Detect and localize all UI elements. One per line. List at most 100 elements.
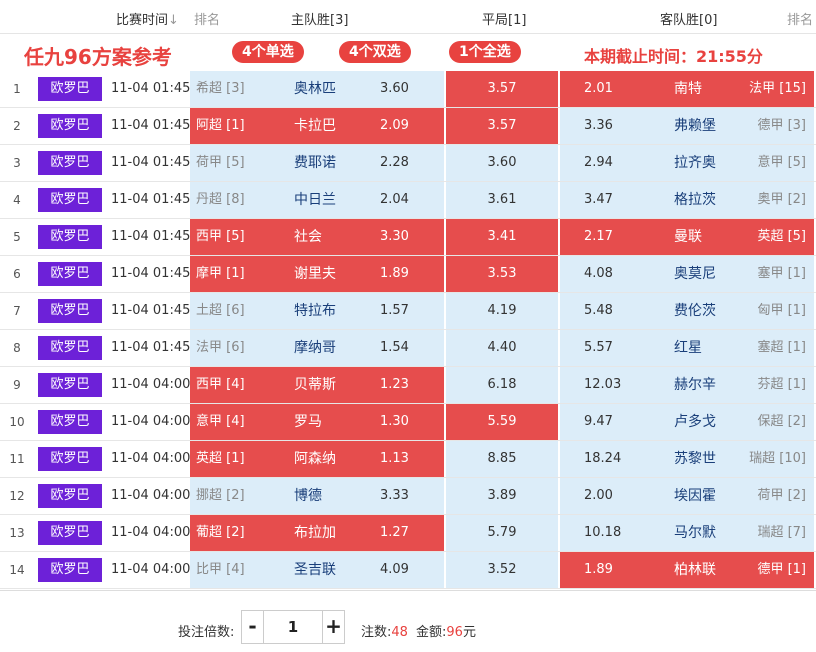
- home-team-name: 阿森纳: [294, 451, 336, 467]
- away-win-option[interactable]: 9.47 卢多戈 保超 [2]: [560, 404, 814, 440]
- home-league-rank: 摩甲 [1]: [196, 266, 245, 281]
- increase-button[interactable]: +: [322, 611, 344, 643]
- draw-odds: 4.40: [487, 340, 517, 355]
- match-time: 11-04 04:00: [111, 377, 191, 392]
- away-win-option[interactable]: 3.47 格拉茨 奥甲 [2]: [560, 182, 814, 218]
- away-win-option[interactable]: 4.08 奥莫尼 塞甲 [1]: [560, 256, 814, 292]
- multiplier-input[interactable]: [264, 611, 322, 643]
- away-win-option[interactable]: 12.03 赫尔辛 芬超 [1]: [560, 367, 814, 403]
- away-league-rank: 保超 [2]: [757, 414, 806, 429]
- row-index: 4: [13, 193, 21, 207]
- header-match-time[interactable]: 比赛时间↓: [116, 9, 179, 28]
- match-time: 11-04 04:00: [111, 562, 191, 577]
- home-win-odds: 1.54: [380, 340, 409, 355]
- draw-option[interactable]: 3.89: [446, 478, 558, 514]
- home-league-rank: 阿超 [1]: [196, 118, 245, 133]
- away-win-option[interactable]: 1.89 柏林联 德甲 [1]: [560, 552, 814, 588]
- draw-option[interactable]: 3.52: [446, 552, 558, 588]
- league-badge: 欧罗巴: [38, 521, 102, 545]
- draw-option[interactable]: 3.57: [446, 108, 558, 144]
- home-win-option[interactable]: 摩甲 [1] 谢里夫 1.89: [190, 256, 444, 292]
- home-win-option[interactable]: 意甲 [4] 罗马 1.30: [190, 404, 444, 440]
- match-list: 1 欧罗巴 11-04 01:45 希超 [3] 奥林匹 3.60 3.57 2.01 南特 法甲…: [0, 71, 816, 589]
- home-win-option[interactable]: 丹超 [8] 中日兰 2.04: [190, 182, 444, 218]
- draw-odds: 3.41: [487, 229, 517, 244]
- away-win-odds: 18.24: [584, 451, 622, 466]
- home-team-name: 特拉布: [294, 303, 336, 319]
- amount-unit: 元: [462, 625, 476, 640]
- draw-option[interactable]: 3.41: [446, 219, 558, 255]
- home-win-odds: 1.57: [380, 303, 409, 318]
- home-win-option[interactable]: 挪超 [2] 博德 3.33: [190, 478, 444, 514]
- away-win-option[interactable]: 2.00 埃因霍 荷甲 [2]: [560, 478, 814, 514]
- away-win-option[interactable]: 3.36 弗赖堡 德甲 [3]: [560, 108, 814, 144]
- home-win-option[interactable]: 西甲 [5] 社会 3.30: [190, 219, 444, 255]
- match-time: 11-04 04:00: [111, 451, 191, 466]
- league-badge: 欧罗巴: [38, 447, 102, 471]
- home-win-option[interactable]: 希超 [3] 奥林匹 3.60: [190, 71, 444, 107]
- home-team-name: 罗马: [294, 414, 322, 430]
- home-league-rank: 葡超 [2]: [196, 525, 245, 540]
- away-win-option[interactable]: 10.18 马尔默 瑞超 [7]: [560, 515, 814, 551]
- draw-odds: 3.60: [487, 155, 517, 170]
- draw-odds: 3.57: [487, 118, 517, 133]
- home-league-rank: 挪超 [2]: [196, 488, 245, 503]
- home-win-option[interactable]: 比甲 [4] 圣吉联 4.09: [190, 552, 444, 588]
- home-win-option[interactable]: 荷甲 [5] 费耶诺 2.28: [190, 145, 444, 181]
- away-team-name: 埃因霍: [674, 488, 716, 504]
- home-win-odds: 1.30: [380, 414, 409, 429]
- draw-option[interactable]: 5.79: [446, 515, 558, 551]
- home-win-option[interactable]: 阿超 [1] 卡拉巴 2.09: [190, 108, 444, 144]
- league-badge: 欧罗巴: [38, 151, 102, 175]
- home-win-odds: 1.13: [380, 451, 409, 466]
- home-win-option[interactable]: 土超 [6] 特拉布 1.57: [190, 293, 444, 329]
- away-league-rank: 奥甲 [2]: [757, 192, 806, 207]
- amount: 金额:96元: [416, 621, 476, 640]
- away-win-odds: 4.08: [584, 266, 613, 281]
- draw-option[interactable]: 6.18: [446, 367, 558, 403]
- draw-option[interactable]: 3.57: [446, 71, 558, 107]
- away-league-rank: 瑞超 [7]: [757, 525, 806, 540]
- league-badge: 欧罗巴: [38, 114, 102, 138]
- home-win-option[interactable]: 法甲 [6] 摩纳哥 1.54: [190, 330, 444, 366]
- away-win-option[interactable]: 5.57 红星 塞超 [1]: [560, 330, 814, 366]
- home-win-option[interactable]: 英超 [1] 阿森纳 1.13: [190, 441, 444, 477]
- draw-option[interactable]: 3.53: [446, 256, 558, 292]
- away-win-odds: 9.47: [584, 414, 613, 429]
- draw-option[interactable]: 3.60: [446, 145, 558, 181]
- bet-footer: 投注倍数: - + 注数:48 金额:96元: [0, 590, 816, 652]
- away-win-odds: 2.00: [584, 488, 613, 503]
- header-rank-left: 排名: [194, 13, 221, 28]
- home-league-rank: 希超 [3]: [196, 81, 245, 96]
- draw-odds: 4.19: [487, 303, 517, 318]
- match-time: 11-04 04:00: [111, 414, 191, 429]
- home-win-odds: 3.30: [380, 229, 409, 244]
- table-row: 13 欧罗巴 11-04 04:00 葡超 [2] 布拉加 1.27 5.79 10.18 马尔…: [0, 515, 816, 552]
- single-count-badge: 4个单选: [232, 41, 304, 63]
- draw-option[interactable]: 5.59: [446, 404, 558, 440]
- row-index: 9: [13, 378, 21, 392]
- decrease-button[interactable]: -: [242, 611, 264, 643]
- draw-odds: 8.85: [487, 451, 517, 466]
- draw-option[interactable]: 4.19: [446, 293, 558, 329]
- away-win-option[interactable]: 2.17 曼联 英超 [5]: [560, 219, 814, 255]
- away-team-name: 卢多戈: [674, 414, 716, 430]
- home-win-option[interactable]: 葡超 [2] 布拉加 1.27: [190, 515, 444, 551]
- away-league-rank: 荷甲 [2]: [757, 488, 806, 503]
- home-win-option[interactable]: 西甲 [4] 贝蒂斯 1.23: [190, 367, 444, 403]
- row-index: 2: [13, 119, 21, 133]
- league-badge: 欧罗巴: [38, 336, 102, 360]
- away-win-option[interactable]: 5.48 费伦茨 匈甲 [1]: [560, 293, 814, 329]
- away-win-option[interactable]: 2.01 南特 法甲 [15]: [560, 71, 814, 107]
- match-time: 11-04 01:45: [111, 155, 191, 170]
- away-win-option[interactable]: 2.94 拉齐奥 意甲 [5]: [560, 145, 814, 181]
- home-team-name: 中日兰: [294, 192, 336, 208]
- draw-option[interactable]: 8.85: [446, 441, 558, 477]
- away-team-name: 费伦茨: [674, 303, 716, 319]
- table-row: 7 欧罗巴 11-04 01:45 土超 [6] 特拉布 1.57 4.19 5.48 费伦茨 匈…: [0, 293, 816, 330]
- draw-option[interactable]: 3.61: [446, 182, 558, 218]
- away-win-option[interactable]: 18.24 苏黎世 瑞超 [10]: [560, 441, 814, 477]
- match-time: 11-04 01:45: [111, 303, 191, 318]
- draw-option[interactable]: 4.40: [446, 330, 558, 366]
- home-team-name: 社会: [294, 229, 322, 245]
